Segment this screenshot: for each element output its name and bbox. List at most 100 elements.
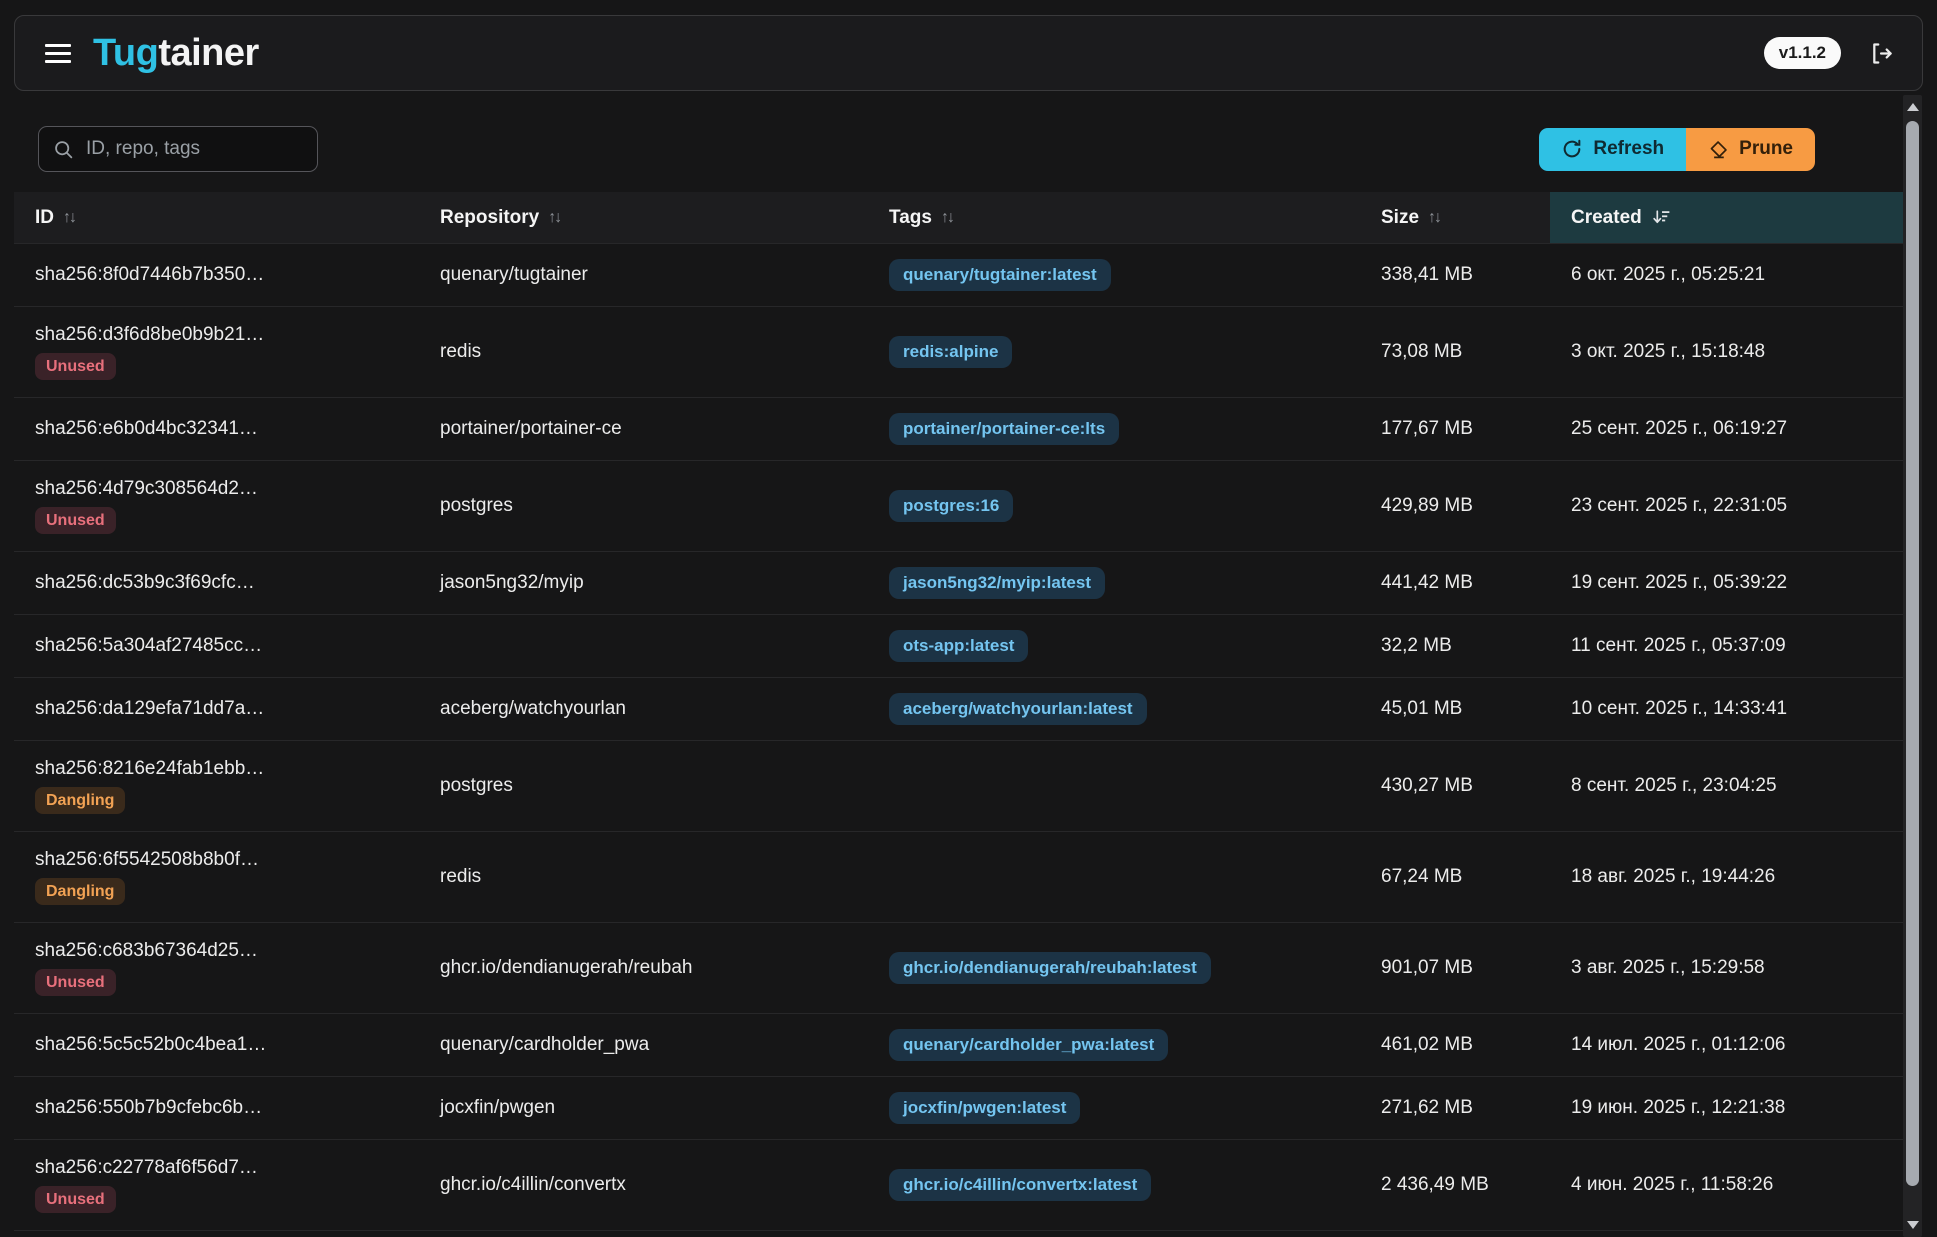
version-badge: v1.1.2 (1764, 37, 1841, 69)
cell-repository: redis (419, 307, 868, 397)
table-row[interactable]: sha256:da129efa71dd7a… aceberg/watchyourl… (14, 677, 1903, 740)
table-row[interactable]: sha256:d3f6d8be0b9b21…Unusedredisredis:a… (14, 306, 1903, 397)
column-header-tags[interactable]: Tags↑↓ (868, 192, 1360, 243)
cell-size: 271,62 MB (1360, 1077, 1550, 1139)
cell-repository: quenary/tugtainer (419, 244, 868, 306)
cell-created: 19 сент. 2025 г., 05:39:22 (1550, 552, 1903, 614)
scroll-up-icon[interactable] (1903, 97, 1922, 117)
cell-repository: boky/postfix (419, 1231, 868, 1237)
tag-chip: ghcr.io/c4illin/convertx:latest (889, 1169, 1151, 1201)
menu-icon[interactable] (45, 44, 71, 63)
cell-repository: portainer/portainer-ce (419, 398, 868, 460)
cell-tags: postgres:16 (868, 461, 1360, 551)
image-id: sha256:c22778af6f56d7… (35, 1157, 258, 1179)
cell-image-id: sha256:6f5542508b8b0f…Dangling (14, 832, 419, 922)
cell-image-id: sha256:5c5c52b0c4bea1… (14, 1014, 419, 1076)
cell-image-id: sha256:e6b0d4bc32341… (14, 398, 419, 460)
table-row[interactable]: sha256:550b7b9cfebc6b…jocxfin/pwgenjocxf… (14, 1076, 1903, 1139)
cell-size: 32,2 MB (1360, 615, 1550, 677)
cell-tags (868, 741, 1360, 831)
refresh-button[interactable]: Refresh (1539, 128, 1686, 171)
image-id: sha256:8216e24fab1ebb… (35, 758, 264, 780)
search-icon (53, 139, 74, 160)
images-table: ID↑↓Repository↑↓Tags↑↓Size↑↓Created sha2… (14, 192, 1903, 1237)
cell-tags (868, 832, 1360, 922)
app-logo: Tugtainer (93, 34, 259, 72)
cell-repository: ghcr.io/dendianugerah/reubah (419, 923, 868, 1013)
image-id: sha256:da129efa71dd7a… (35, 698, 264, 720)
cell-tags: jason5ng32/myip:latest (868, 552, 1360, 614)
image-id: sha256:5a304af27485cc… (35, 635, 262, 657)
sort-toggle-icon: ↑↓ (1428, 209, 1440, 227)
prune-button[interactable]: Prune (1686, 128, 1815, 171)
table-row[interactable]: sha256:f46e14fb79000e…boky/postfixboky/p… (14, 1230, 1903, 1237)
cell-size: 220,79 MB (1360, 1231, 1550, 1237)
status-badge-dangling: Dangling (35, 787, 125, 814)
menu-bar (45, 44, 71, 47)
cell-created: 17 янв. 2025 г., 02:16:23 (1550, 1231, 1903, 1237)
tag-chip: aceberg/watchyourlan:latest (889, 693, 1147, 725)
cell-tags: ghcr.io/dendianugerah/reubah:latest (868, 923, 1360, 1013)
toolbar: Refresh Prune (38, 126, 1815, 172)
cell-tags: redis:alpine (868, 307, 1360, 397)
tag-chip: jason5ng32/myip:latest (889, 567, 1105, 599)
cell-created: 8 сент. 2025 г., 23:04:25 (1550, 741, 1903, 831)
cell-image-id: sha256:d3f6d8be0b9b21…Unused (14, 307, 419, 397)
app-header: Tugtainer v1.1.2 (14, 15, 1923, 91)
table-row[interactable]: sha256:4d79c308564d2…Unusedpostgrespostg… (14, 460, 1903, 551)
sort-toggle-icon: ↑↓ (63, 209, 75, 227)
column-header-created[interactable]: Created (1550, 192, 1903, 243)
prune-label: Prune (1739, 138, 1793, 160)
cell-image-id: sha256:dc53b9c3f69cfc… (14, 552, 419, 614)
scroll-down-icon[interactable] (1903, 1215, 1922, 1235)
eraser-icon (1708, 139, 1729, 160)
table-row[interactable]: sha256:e6b0d4bc32341…portainer/portainer… (14, 397, 1903, 460)
cell-repository: postgres (419, 461, 868, 551)
cell-tags: ghcr.io/c4illin/convertx:latest (868, 1140, 1360, 1230)
table-row[interactable]: sha256:dc53b9c3f69cfc…jason5ng32/myip jas… (14, 551, 1903, 614)
column-label: Size (1381, 207, 1419, 229)
table-row[interactable]: sha256:6f5542508b8b0f…Danglingredis67,24… (14, 831, 1903, 922)
table-row[interactable]: sha256:5a304af27485cc… ots-app:latest 32,2… (14, 614, 1903, 677)
column-header-size[interactable]: Size ↑↓ (1360, 192, 1550, 243)
vertical-scrollbar[interactable] (1903, 95, 1922, 1237)
column-label: Repository (440, 207, 539, 229)
table-row[interactable]: sha256:c683b67364d25…Unusedghcr.io/dendi… (14, 922, 1903, 1013)
app-logo-primary: Tug (93, 32, 158, 74)
search-input[interactable] (86, 138, 303, 160)
cell-repository: jason5ng32/myip (419, 552, 868, 614)
cell-repository: postgres (419, 741, 868, 831)
header-right: v1.1.2 (1764, 37, 1894, 69)
column-header-repository[interactable]: Repository↑↓ (419, 192, 868, 243)
image-id: sha256:5c5c52b0c4bea1… (35, 1034, 266, 1056)
cell-tags: boky/postfix:latest (868, 1231, 1360, 1237)
cell-repository: jocxfin/pwgen (419, 1077, 868, 1139)
cell-size: 45,01 MB (1360, 678, 1550, 740)
cell-created: 19 июн. 2025 г., 12:21:38 (1550, 1077, 1903, 1139)
image-id: sha256:d3f6d8be0b9b21… (35, 324, 264, 346)
table-row[interactable]: sha256:8f0d7446b7b350… quenary/tugtainerq… (14, 243, 1903, 306)
tag-chip: ots-app:latest (889, 630, 1028, 662)
cell-tags: quenary/tugtainer:latest (868, 244, 1360, 306)
search-box[interactable] (38, 126, 318, 172)
table-row[interactable]: sha256:c22778af6f56d7…Unusedghcr.io/c4il… (14, 1139, 1903, 1230)
table-body: sha256:8f0d7446b7b350… quenary/tugtainerq… (14, 243, 1903, 1237)
table-row[interactable]: sha256:5c5c52b0c4bea1…quenary/cardholder… (14, 1013, 1903, 1076)
image-id: sha256:8f0d7446b7b350… (35, 264, 264, 286)
cell-size: 73,08 MB (1360, 307, 1550, 397)
table-row[interactable]: sha256:8216e24fab1ebb…Danglingpostgres43… (14, 740, 1903, 831)
cell-repository: aceberg/watchyourlan (419, 678, 868, 740)
column-header-id[interactable]: ID↑↓ (14, 192, 419, 243)
cell-created: 3 окт. 2025 г., 15:18:48 (1550, 307, 1903, 397)
image-id: sha256:4d79c308564d2… (35, 478, 258, 500)
cell-size: 441,42 MB (1360, 552, 1550, 614)
cell-repository: redis (419, 832, 868, 922)
cell-size: 177,67 MB (1360, 398, 1550, 460)
cell-image-id: sha256:c683b67364d25…Unused (14, 923, 419, 1013)
logout-button[interactable] (1867, 40, 1894, 67)
menu-bar (45, 60, 71, 63)
cell-image-id: sha256:4d79c308564d2…Unused (14, 461, 419, 551)
cell-tags: portainer/portainer-ce:lts (868, 398, 1360, 460)
scrollbar-thumb[interactable] (1906, 121, 1919, 1186)
cell-tags: jocxfin/pwgen:latest (868, 1077, 1360, 1139)
